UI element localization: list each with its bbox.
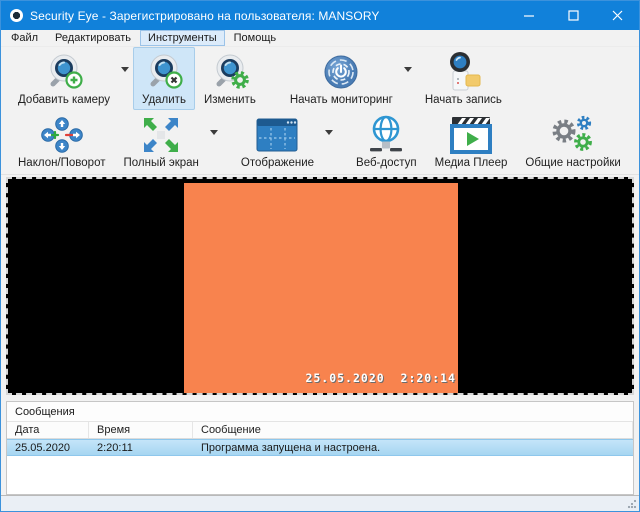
media-player-clapper-icon (448, 114, 494, 156)
minimize-button[interactable] (507, 1, 551, 30)
general-settings-label: Общие настройки (525, 157, 620, 169)
column-header-message[interactable]: Сообщение (193, 422, 633, 438)
column-header-time[interactable]: Время (89, 422, 193, 438)
status-bar (1, 495, 639, 511)
app-eye-icon (10, 9, 23, 22)
edit-camera-button[interactable]: Изменить (195, 47, 265, 110)
edit-camera-label: Изменить (204, 94, 256, 106)
fullscreen-label: Полный экран (124, 157, 199, 169)
start-recording-label: Начать запись (425, 94, 502, 106)
messages-panel-title: Сообщения (7, 402, 633, 422)
close-button[interactable] (595, 1, 639, 30)
general-settings-button[interactable]: Общие настройки (516, 110, 629, 173)
title-bar: Security Eye - Зарегистрировано на польз… (1, 1, 639, 30)
delete-camera-button[interactable]: Удалить (133, 47, 195, 110)
fullscreen-dropdown-icon[interactable] (210, 130, 218, 135)
pan-tilt-arrows-icon (39, 114, 85, 156)
settings-gears-icon (549, 114, 597, 156)
add-camera-dropdown-icon[interactable] (121, 67, 129, 72)
camera-feed[interactable]: 25.05.2020 2:20:14 (184, 183, 458, 393)
message-row[interactable]: 25.05.2020 2:20:11 Программа запущена и … (7, 439, 633, 456)
monitoring-power-icon (321, 51, 361, 93)
toolbar-row-2: Наклон/Поворот Полный экран (1, 110, 639, 173)
toolbar: Добавить камеру Удалить (1, 47, 639, 175)
web-access-button[interactable]: Веб-доступ (347, 110, 426, 173)
display-button[interactable]: Отображение (232, 110, 323, 173)
webcam-edit-icon (210, 51, 250, 93)
start-recording-button[interactable]: Начать запись (416, 47, 511, 110)
web-access-label: Веб-доступ (356, 157, 417, 169)
start-monitoring-dropdown-icon[interactable] (404, 67, 412, 72)
messages-table-header[interactable]: Дата Время Сообщение (7, 422, 633, 439)
pan-tilt-label: Наклон/Поворот (18, 157, 106, 169)
menu-help[interactable]: Помощь (226, 30, 285, 46)
record-camera-icon (441, 51, 485, 93)
fullscreen-button[interactable]: Полный экран (115, 110, 208, 173)
window-title: Security Eye - Зарегистрировано на польз… (30, 9, 380, 23)
menu-edit[interactable]: Редактировать (47, 30, 139, 46)
fullscreen-expand-icon (141, 114, 181, 156)
start-monitoring-label: Начать мониторинг (290, 94, 393, 106)
pan-tilt-button[interactable]: Наклон/Поворот (9, 110, 115, 173)
maximize-button[interactable] (551, 1, 595, 30)
display-grid-icon (255, 114, 299, 156)
camera-timestamp-overlay: 25.05.2020 2:20:14 (305, 371, 456, 385)
display-dropdown-icon[interactable] (325, 130, 333, 135)
media-player-label: Медиа Плеер (435, 157, 508, 169)
start-monitoring-button[interactable]: Начать мониторинг (281, 47, 402, 110)
security-eye-window: Security Eye - Зарегистрировано на польз… (0, 0, 640, 512)
media-player-button[interactable]: Медиа Плеер (426, 110, 517, 173)
webcam-delete-icon (144, 51, 184, 93)
message-date: 25.05.2020 (7, 442, 89, 454)
menu-tools[interactable]: Инструменты (140, 30, 225, 46)
delete-camera-label: Удалить (142, 94, 186, 106)
menu-file[interactable]: Файл (3, 30, 46, 46)
menu-bar: Файл Редактировать Инструменты Помощь (1, 30, 639, 47)
minimize-icon (524, 10, 535, 21)
display-label: Отображение (241, 157, 314, 169)
message-time: 2:20:11 (89, 442, 193, 454)
web-globe-icon (365, 114, 407, 156)
toolbar-row-1: Добавить камеру Удалить (1, 47, 639, 110)
webcam-add-icon (44, 51, 84, 93)
add-camera-label: Добавить камеру (18, 94, 110, 106)
message-text: Программа запущена и настроена. (193, 442, 633, 454)
resize-grip[interactable] (627, 499, 637, 509)
messages-panel: Сообщения Дата Время Сообщение 25.05.202… (6, 401, 634, 495)
window-controls (507, 1, 639, 30)
camera-display-area[interactable]: 25.05.2020 2:20:14 (6, 177, 634, 395)
maximize-icon (568, 10, 579, 21)
close-icon (612, 10, 623, 21)
add-camera-button[interactable]: Добавить камеру (9, 47, 119, 110)
messages-table: Дата Время Сообщение 25.05.2020 2:20:11 … (7, 422, 633, 456)
column-header-date[interactable]: Дата (7, 422, 89, 438)
